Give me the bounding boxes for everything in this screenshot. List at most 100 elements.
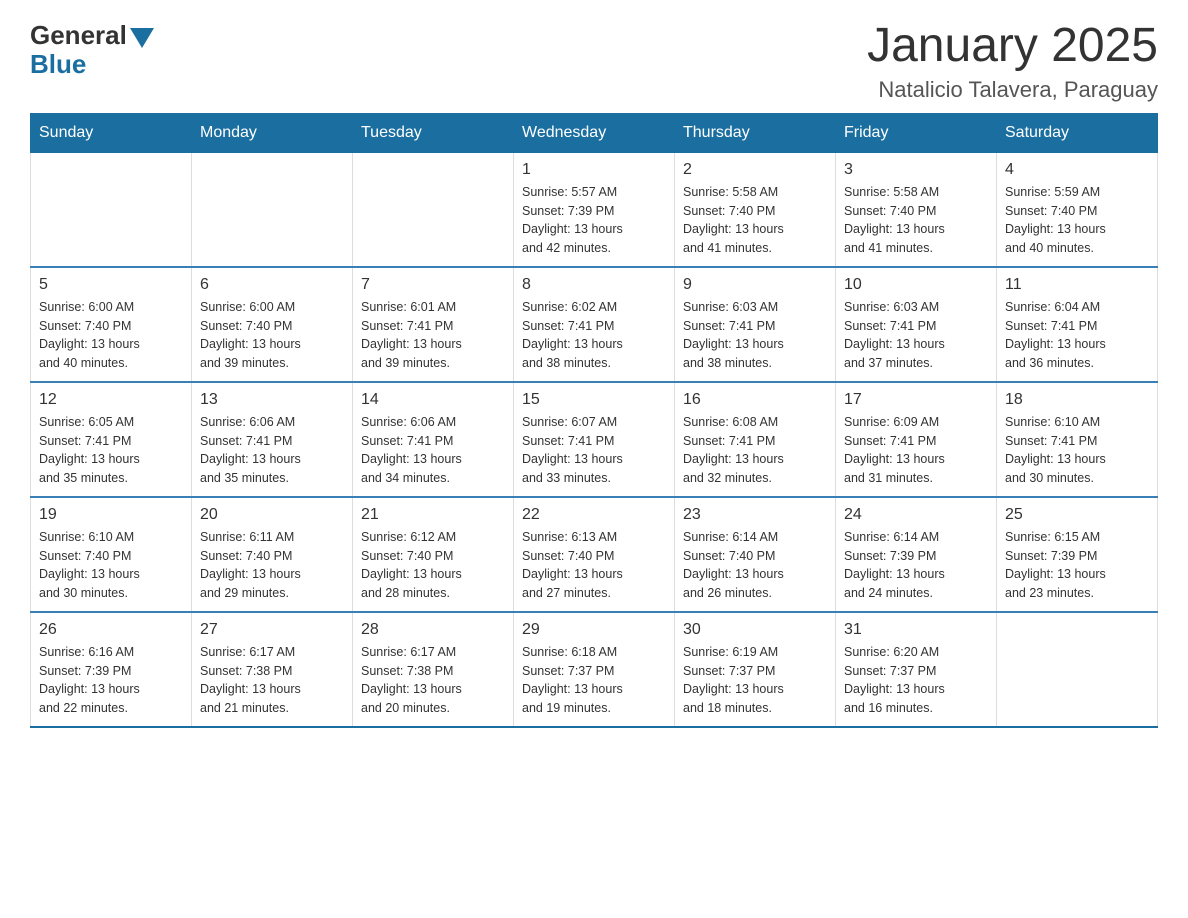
calendar-title: January 2025 bbox=[867, 20, 1158, 73]
header-monday: Monday bbox=[192, 113, 353, 152]
day-info: Sunrise: 6:04 AMSunset: 7:41 PMDaylight:… bbox=[1005, 298, 1149, 373]
title-section: January 2025 Natalicio Talavera, Paragua… bbox=[867, 20, 1158, 103]
day-number: 11 bbox=[1005, 276, 1149, 294]
logo-blue-text: Blue bbox=[30, 49, 86, 80]
day-info: Sunrise: 6:17 AMSunset: 7:38 PMDaylight:… bbox=[361, 643, 505, 718]
day-info: Sunrise: 6:03 AMSunset: 7:41 PMDaylight:… bbox=[683, 298, 827, 373]
day-info: Sunrise: 5:57 AMSunset: 7:39 PMDaylight:… bbox=[522, 183, 666, 258]
day-number: 9 bbox=[683, 276, 827, 294]
logo-general-text: General bbox=[30, 20, 127, 51]
calendar-cell: 12Sunrise: 6:05 AMSunset: 7:41 PMDayligh… bbox=[31, 382, 192, 497]
day-info: Sunrise: 6:07 AMSunset: 7:41 PMDaylight:… bbox=[522, 413, 666, 488]
calendar-cell: 11 Sunrise: 6:04 AMSunset: 7:41 PMDayligh… bbox=[997, 267, 1158, 382]
calendar-cell bbox=[353, 152, 514, 267]
day-number: 26 bbox=[39, 621, 183, 639]
day-number: 25 bbox=[1005, 506, 1149, 524]
week-row-1: 1 Sunrise: 5:57 AMSunset: 7:39 PMDaylight… bbox=[31, 152, 1158, 267]
calendar-table: SundayMondayTuesdayWednesdayThursdayFrid… bbox=[30, 113, 1158, 728]
day-number: 4 bbox=[1005, 161, 1149, 179]
day-info: Sunrise: 6:14 AMSunset: 7:39 PMDaylight:… bbox=[844, 528, 988, 603]
week-row-4: 19Sunrise: 6:10 AMSunset: 7:40 PMDayligh… bbox=[31, 497, 1158, 612]
calendar-cell: 3Sunrise: 5:58 AMSunset: 7:40 PMDaylight… bbox=[836, 152, 997, 267]
calendar-cell: 21 Sunrise: 6:12 AMSunset: 7:40 PMDayligh… bbox=[353, 497, 514, 612]
day-info: Sunrise: 5:58 AMSunset: 7:40 PMDaylight:… bbox=[844, 183, 988, 258]
calendar-cell: 26 Sunrise: 6:16 AMSunset: 7:39 PMDayligh… bbox=[31, 612, 192, 727]
day-info: Sunrise: 6:16 AMSunset: 7:39 PMDaylight:… bbox=[39, 643, 183, 718]
calendar-cell: 25 Sunrise: 6:15 AMSunset: 7:39 PMDayligh… bbox=[997, 497, 1158, 612]
calendar-cell: 14Sunrise: 6:06 AMSunset: 7:41 PMDayligh… bbox=[353, 382, 514, 497]
day-info: Sunrise: 5:58 AMSunset: 7:40 PMDaylight:… bbox=[683, 183, 827, 258]
logo: General Blue bbox=[30, 20, 154, 80]
day-number: 21 bbox=[361, 506, 505, 524]
header-sunday: Sunday bbox=[31, 113, 192, 152]
day-info: Sunrise: 6:09 AMSunset: 7:41 PMDaylight:… bbox=[844, 413, 988, 488]
day-number: 15 bbox=[522, 391, 666, 409]
day-info: Sunrise: 6:02 AMSunset: 7:41 PMDaylight:… bbox=[522, 298, 666, 373]
calendar-cell: 23 Sunrise: 6:14 AMSunset: 7:40 PMDayligh… bbox=[675, 497, 836, 612]
calendar-cell: 1 Sunrise: 5:57 AMSunset: 7:39 PMDaylight… bbox=[514, 152, 675, 267]
calendar-cell: 10 Sunrise: 6:03 AMSunset: 7:41 PMDayligh… bbox=[836, 267, 997, 382]
day-number: 27 bbox=[200, 621, 344, 639]
calendar-cell: 16 Sunrise: 6:08 AMSunset: 7:41 PMDayligh… bbox=[675, 382, 836, 497]
calendar-cell: 22 Sunrise: 6:13 AMSunset: 7:40 PMDayligh… bbox=[514, 497, 675, 612]
week-row-5: 26 Sunrise: 6:16 AMSunset: 7:39 PMDayligh… bbox=[31, 612, 1158, 727]
calendar-cell: 9 Sunrise: 6:03 AMSunset: 7:41 PMDaylight… bbox=[675, 267, 836, 382]
day-number: 22 bbox=[522, 506, 666, 524]
calendar-cell: 7Sunrise: 6:01 AMSunset: 7:41 PMDaylight… bbox=[353, 267, 514, 382]
calendar-cell: 8Sunrise: 6:02 AMSunset: 7:41 PMDaylight… bbox=[514, 267, 675, 382]
day-number: 24 bbox=[844, 506, 988, 524]
week-row-2: 5 Sunrise: 6:00 AMSunset: 7:40 PMDaylight… bbox=[31, 267, 1158, 382]
day-number: 12 bbox=[39, 391, 183, 409]
calendar-cell bbox=[192, 152, 353, 267]
header-friday: Friday bbox=[836, 113, 997, 152]
header-tuesday: Tuesday bbox=[353, 113, 514, 152]
header-wednesday: Wednesday bbox=[514, 113, 675, 152]
day-info: Sunrise: 6:10 AMSunset: 7:41 PMDaylight:… bbox=[1005, 413, 1149, 488]
day-info: Sunrise: 6:15 AMSunset: 7:39 PMDaylight:… bbox=[1005, 528, 1149, 603]
calendar-cell: 4Sunrise: 5:59 AMSunset: 7:40 PMDaylight… bbox=[997, 152, 1158, 267]
day-number: 29 bbox=[522, 621, 666, 639]
calendar-body: 1 Sunrise: 5:57 AMSunset: 7:39 PMDaylight… bbox=[31, 152, 1158, 727]
day-number: 1 bbox=[522, 161, 666, 179]
day-info: Sunrise: 6:12 AMSunset: 7:40 PMDaylight:… bbox=[361, 528, 505, 603]
day-info: Sunrise: 6:13 AMSunset: 7:40 PMDaylight:… bbox=[522, 528, 666, 603]
calendar-cell: 24 Sunrise: 6:14 AMSunset: 7:39 PMDayligh… bbox=[836, 497, 997, 612]
day-headers-row: SundayMondayTuesdayWednesdayThursdayFrid… bbox=[31, 113, 1158, 152]
calendar-cell: 29Sunrise: 6:18 AMSunset: 7:37 PMDayligh… bbox=[514, 612, 675, 727]
day-number: 16 bbox=[683, 391, 827, 409]
calendar-cell: 15 Sunrise: 6:07 AMSunset: 7:41 PMDayligh… bbox=[514, 382, 675, 497]
calendar-cell: 13Sunrise: 6:06 AMSunset: 7:41 PMDayligh… bbox=[192, 382, 353, 497]
day-number: 6 bbox=[200, 276, 344, 294]
day-number: 7 bbox=[361, 276, 505, 294]
day-number: 17 bbox=[844, 391, 988, 409]
day-number: 2 bbox=[683, 161, 827, 179]
calendar-cell: 30Sunrise: 6:19 AMSunset: 7:37 PMDayligh… bbox=[675, 612, 836, 727]
calendar-header: SundayMondayTuesdayWednesdayThursdayFrid… bbox=[31, 113, 1158, 152]
calendar-cell: 27Sunrise: 6:17 AMSunset: 7:38 PMDayligh… bbox=[192, 612, 353, 727]
day-number: 13 bbox=[200, 391, 344, 409]
day-info: Sunrise: 6:08 AMSunset: 7:41 PMDaylight:… bbox=[683, 413, 827, 488]
calendar-cell: 20 Sunrise: 6:11 AMSunset: 7:40 PMDayligh… bbox=[192, 497, 353, 612]
day-info: Sunrise: 6:14 AMSunset: 7:40 PMDaylight:… bbox=[683, 528, 827, 603]
day-info: Sunrise: 6:03 AMSunset: 7:41 PMDaylight:… bbox=[844, 298, 988, 373]
day-number: 18 bbox=[1005, 391, 1149, 409]
day-number: 5 bbox=[39, 276, 183, 294]
calendar-cell: 5Sunrise: 6:00 AMSunset: 7:40 PMDaylight… bbox=[31, 267, 192, 382]
calendar-cell: 6 Sunrise: 6:00 AMSunset: 7:40 PMDaylight… bbox=[192, 267, 353, 382]
calendar-cell bbox=[997, 612, 1158, 727]
page-header: General Blue January 2025 Natalicio Tala… bbox=[30, 20, 1158, 103]
day-number: 20 bbox=[200, 506, 344, 524]
calendar-cell bbox=[31, 152, 192, 267]
day-number: 23 bbox=[683, 506, 827, 524]
day-info: Sunrise: 6:06 AMSunset: 7:41 PMDaylight:… bbox=[361, 413, 505, 488]
week-row-3: 12Sunrise: 6:05 AMSunset: 7:41 PMDayligh… bbox=[31, 382, 1158, 497]
day-info: Sunrise: 6:10 AMSunset: 7:40 PMDaylight:… bbox=[39, 528, 183, 603]
calendar-cell: 31Sunrise: 6:20 AMSunset: 7:37 PMDayligh… bbox=[836, 612, 997, 727]
calendar-cell: 2 Sunrise: 5:58 AMSunset: 7:40 PMDaylight… bbox=[675, 152, 836, 267]
day-number: 10 bbox=[844, 276, 988, 294]
day-info: Sunrise: 6:00 AMSunset: 7:40 PMDaylight:… bbox=[200, 298, 344, 373]
day-info: Sunrise: 6:11 AMSunset: 7:40 PMDaylight:… bbox=[200, 528, 344, 603]
calendar-subtitle: Natalicio Talavera, Paraguay bbox=[867, 77, 1158, 103]
calendar-cell: 17 Sunrise: 6:09 AMSunset: 7:41 PMDayligh… bbox=[836, 382, 997, 497]
calendar-cell: 19Sunrise: 6:10 AMSunset: 7:40 PMDayligh… bbox=[31, 497, 192, 612]
